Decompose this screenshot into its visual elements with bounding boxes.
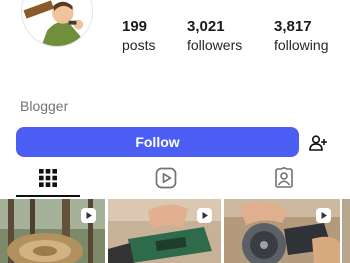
followers-label: followers bbox=[187, 37, 243, 53]
following-label: following bbox=[274, 37, 329, 53]
post-tile[interactable] bbox=[0, 199, 105, 263]
suggested-users-button[interactable] bbox=[303, 128, 333, 157]
profile-category: Blogger bbox=[20, 98, 69, 114]
posts-count: 199 bbox=[122, 18, 148, 35]
post-tile[interactable] bbox=[342, 199, 350, 263]
follow-button[interactable]: Follow bbox=[16, 127, 299, 157]
tab-reels[interactable] bbox=[134, 160, 198, 196]
post-grid bbox=[0, 199, 350, 263]
reel-badge-icon bbox=[316, 208, 331, 223]
profile-avatar[interactable] bbox=[21, 0, 93, 47]
followers-stat[interactable]: 3,021 followers bbox=[187, 18, 242, 55]
tab-tagged[interactable] bbox=[252, 160, 316, 196]
reels-icon bbox=[155, 167, 177, 189]
avatar-illustration bbox=[22, 0, 92, 46]
posts-label: posts bbox=[122, 37, 156, 53]
add-user-icon bbox=[309, 134, 327, 151]
active-tab-indicator bbox=[16, 195, 80, 197]
content-tabs bbox=[0, 160, 350, 197]
reel-badge-icon bbox=[197, 208, 212, 223]
posts-stat[interactable]: 199 posts bbox=[122, 18, 155, 55]
tab-posts-grid[interactable] bbox=[16, 160, 80, 196]
post-tile[interactable] bbox=[108, 199, 221, 263]
partial-photo bbox=[342, 199, 350, 263]
following-count: 3,817 bbox=[274, 18, 312, 35]
tagged-icon bbox=[275, 167, 293, 188]
grid-icon bbox=[39, 169, 57, 187]
reel-badge-icon bbox=[81, 208, 96, 223]
post-tile[interactable] bbox=[224, 199, 340, 263]
followers-count: 3,021 bbox=[187, 18, 225, 35]
following-stat[interactable]: 3,817 following bbox=[274, 18, 328, 55]
